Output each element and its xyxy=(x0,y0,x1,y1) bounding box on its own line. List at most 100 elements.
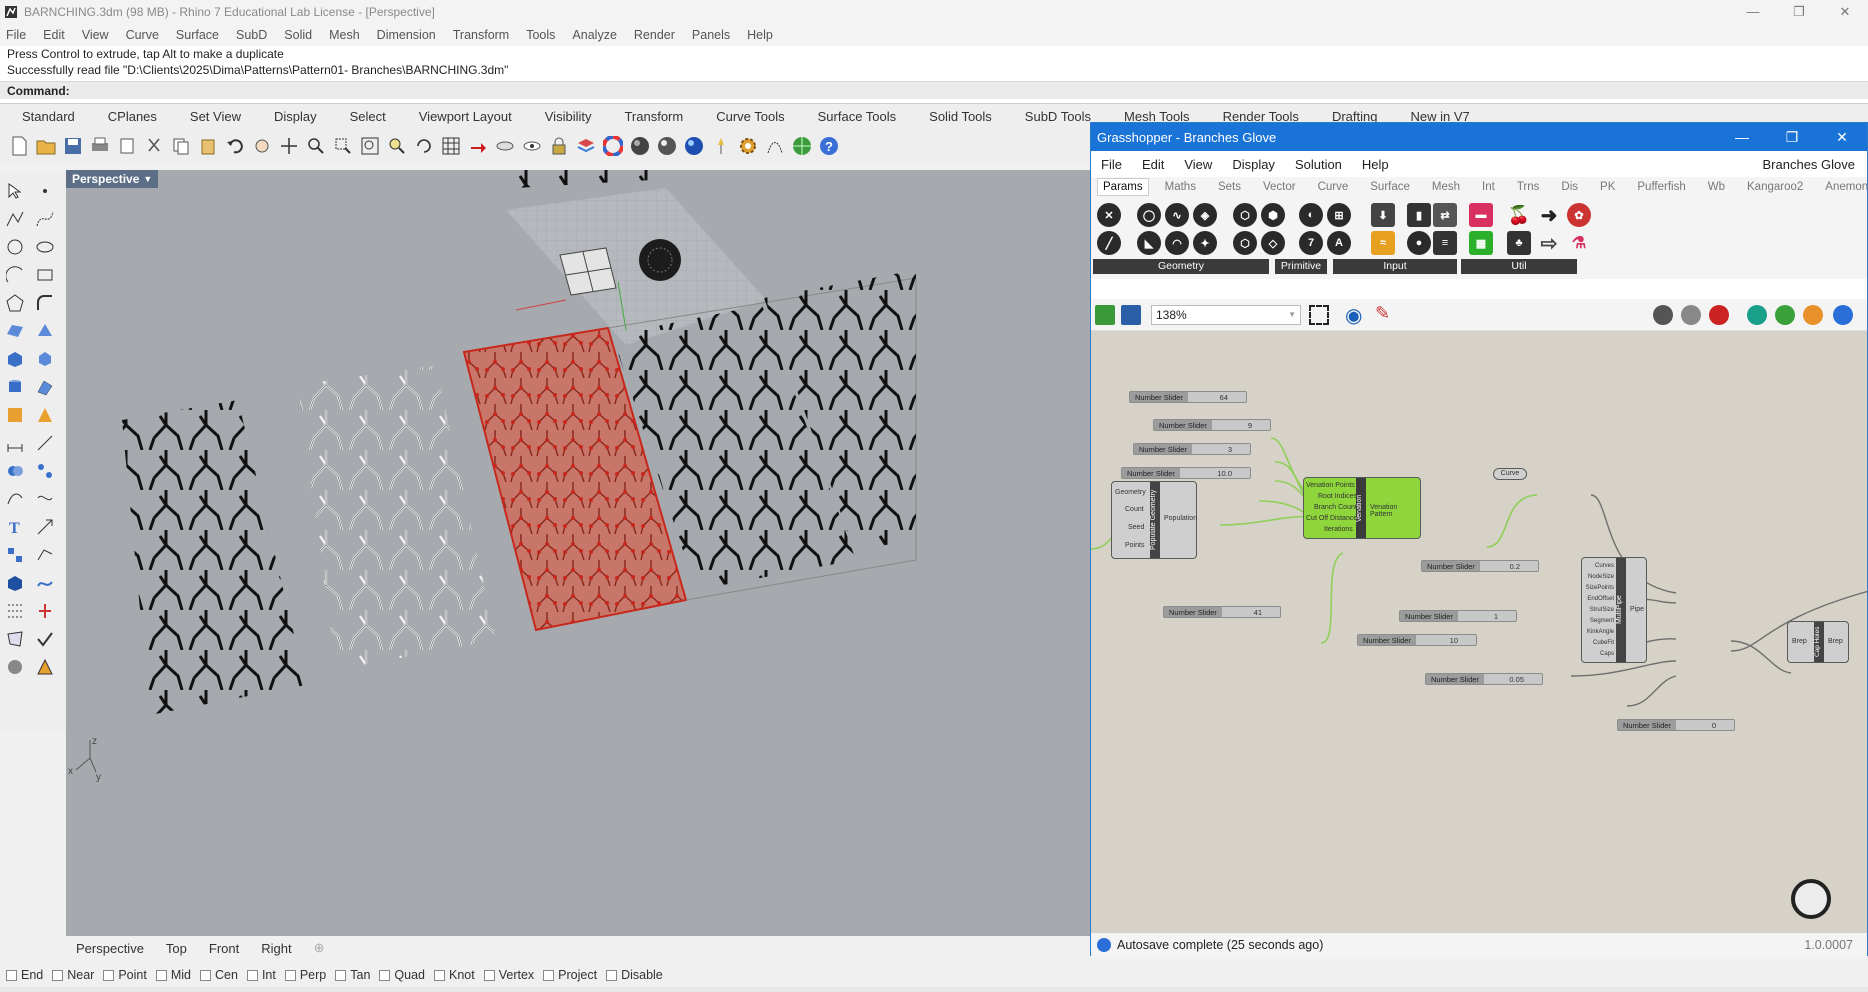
param-line-icon[interactable]: ╱ xyxy=(1097,231,1121,255)
polygon-icon[interactable] xyxy=(4,292,26,314)
zoom-extents-icon[interactable] xyxy=(359,135,381,157)
param-brep-icon[interactable]: ⬡ xyxy=(1233,203,1257,227)
menu-render[interactable]: Render xyxy=(634,28,675,42)
menu-dimension[interactable]: Dimension xyxy=(377,28,436,42)
number-slider[interactable]: Number Slider 41 xyxy=(1163,606,1281,618)
gh-tab-mesh[interactable]: Mesh xyxy=(1432,181,1460,193)
menu-mesh[interactable]: Mesh xyxy=(329,28,360,42)
canvas-navigation-widget[interactable] xyxy=(1791,879,1831,919)
tab-select[interactable]: Select xyxy=(350,109,386,124)
save-icon[interactable] xyxy=(62,135,84,157)
globe-icon[interactable] xyxy=(791,135,813,157)
gh-tab-curve[interactable]: Curve xyxy=(1318,181,1349,193)
param-boolean-icon[interactable]: ◐ xyxy=(1299,203,1323,227)
preview-eye-icon[interactable]: ◉ xyxy=(1345,303,1362,328)
osnap-vertex[interactable]: Vertex xyxy=(483,968,534,982)
rendered-sphere-icon[interactable] xyxy=(656,135,678,157)
new-file-icon[interactable] xyxy=(8,135,30,157)
command-prompt[interactable]: Command: xyxy=(0,81,1868,99)
red-arrow-icon[interactable] xyxy=(467,135,489,157)
number-slider[interactable]: Number Slider 0.2 xyxy=(1421,560,1539,572)
ribbon-group-util[interactable]: Util xyxy=(1461,259,1577,274)
output-venation-pattern[interactable]: Venation Pattern xyxy=(1370,504,1420,518)
zoom-window-icon[interactable] xyxy=(332,135,354,157)
input-brep[interactable]: Brep xyxy=(1792,638,1807,645)
input-endoffset[interactable]: EndOffset xyxy=(1584,594,1614,605)
input-caps[interactable]: Caps xyxy=(1584,649,1614,660)
input-nodesize[interactable]: NodeSize xyxy=(1584,572,1614,583)
param-arc-icon[interactable]: ◠ xyxy=(1165,231,1189,255)
shaded-sphere-icon[interactable] xyxy=(629,135,651,157)
gh-menu-help[interactable]: Help xyxy=(1362,157,1389,172)
input-geometry[interactable]: Geometry xyxy=(1115,489,1146,496)
osnap-project[interactable]: Project xyxy=(543,968,597,982)
leader-icon[interactable] xyxy=(34,432,56,454)
gh-save-icon[interactable] xyxy=(1121,305,1141,325)
chevron-down-icon[interactable]: ▼ xyxy=(1288,306,1296,324)
util-relay-icon[interactable]: ⇨ xyxy=(1537,231,1561,255)
view-tab-perspective[interactable]: Perspective xyxy=(76,941,144,956)
menu-subd[interactable]: SubD xyxy=(236,28,267,42)
gh-tab-maths[interactable]: Maths xyxy=(1165,181,1196,193)
shaded-preview-icon[interactable] xyxy=(1775,305,1795,325)
polyline-icon[interactable] xyxy=(4,208,26,230)
gh-tab-int[interactable]: Int xyxy=(1482,181,1495,193)
input-panel-icon[interactable]: ⬇ xyxy=(1371,203,1395,227)
gh-tab-params[interactable]: Params xyxy=(1097,178,1149,196)
grid-icon[interactable] xyxy=(440,135,462,157)
input-matrix-icon[interactable]: ▦ xyxy=(1469,231,1493,255)
layer-icon[interactable] xyxy=(575,135,597,157)
gh-document-name[interactable]: Branches Glove xyxy=(1763,157,1856,172)
undo-icon[interactable] xyxy=(224,135,246,157)
bake-icon[interactable] xyxy=(1709,305,1729,325)
osnap-int[interactable]: Int xyxy=(246,968,276,982)
zoom-level-field[interactable]: 138% ▼ xyxy=(1151,305,1301,325)
util-cherries-icon[interactable]: 🍒 xyxy=(1507,203,1531,227)
tab-viewport-layout[interactable]: Viewport Layout xyxy=(419,109,512,124)
menu-solid[interactable]: Solid xyxy=(284,28,312,42)
number-slider[interactable]: Number Slider 9 xyxy=(1153,419,1271,431)
gh-tab-anemone[interactable]: Anemone xyxy=(1825,181,1868,193)
osnap-end[interactable]: End xyxy=(6,968,43,982)
view-tab-right[interactable]: Right xyxy=(261,941,291,956)
display-mode-icon[interactable] xyxy=(1747,305,1767,325)
shade-icon[interactable] xyxy=(4,656,26,678)
tab-cplanes[interactable]: CPlanes xyxy=(108,109,157,124)
point-icon[interactable] xyxy=(34,180,56,202)
osnap-near[interactable]: Near xyxy=(52,968,94,982)
ribbon-group-geometry[interactable]: Geometry xyxy=(1093,259,1269,274)
zoom-extents-icon[interactable] xyxy=(1309,305,1329,325)
osnap-cen[interactable]: Cen xyxy=(200,968,238,982)
zoom-icon[interactable] xyxy=(305,135,327,157)
menu-help[interactable]: Help xyxy=(747,28,773,42)
number-slider[interactable]: Number Slider 64 xyxy=(1129,391,1247,403)
input-curves[interactable]: Curves xyxy=(1584,561,1614,572)
gh-close-button[interactable]: ✕ xyxy=(1817,123,1867,151)
rotate-view-icon[interactable] xyxy=(413,135,435,157)
boolean-icon[interactable] xyxy=(4,460,26,482)
gh-tab-pk[interactable]: PK xyxy=(1600,181,1615,193)
close-button[interactable]: ✕ xyxy=(1822,0,1868,24)
arc-icon[interactable] xyxy=(4,264,26,286)
preview-mode-icon[interactable] xyxy=(1653,305,1673,325)
select-arrow-icon[interactable] xyxy=(4,180,26,202)
cylinder-icon[interactable] xyxy=(4,376,26,398)
menu-edit[interactable]: Edit xyxy=(43,28,65,42)
input-iterations[interactable]: Iterations xyxy=(1324,526,1353,533)
param-geometry-icon[interactable]: ✕ xyxy=(1097,203,1121,227)
menu-transform[interactable]: Transform xyxy=(453,28,510,42)
gh-tab-dis[interactable]: Dis xyxy=(1561,181,1578,193)
menu-tools[interactable]: Tools xyxy=(526,28,555,42)
ribbon-group-input[interactable]: Input xyxy=(1333,259,1457,274)
input-sizepoints[interactable]: SizePoints xyxy=(1584,583,1614,594)
gh-open-file-icon[interactable] xyxy=(1095,305,1115,325)
scale-icon[interactable] xyxy=(34,516,56,538)
util-tree-icon[interactable]: ♣ xyxy=(1507,231,1531,255)
gh-menu-edit[interactable]: Edit xyxy=(1142,157,1164,172)
tab-visibility[interactable]: Visibility xyxy=(545,109,592,124)
show-objects-icon[interactable] xyxy=(521,135,543,157)
util-arrow-icon[interactable]: ➜ xyxy=(1537,203,1561,227)
paste-icon[interactable] xyxy=(197,135,219,157)
input-list-icon[interactable]: ≡ xyxy=(1433,231,1457,255)
param-integer-icon[interactable]: ⊞ xyxy=(1327,203,1351,227)
